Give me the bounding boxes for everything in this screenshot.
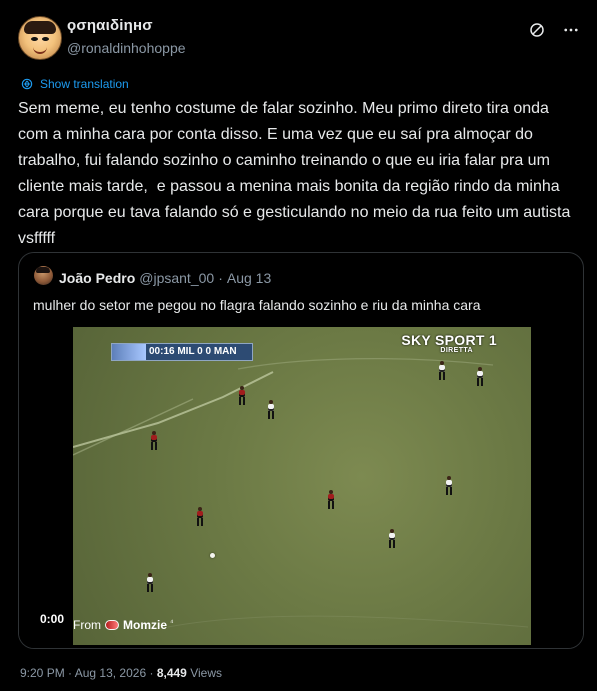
more-horizontal-icon[interactable] [561, 20, 581, 40]
video-player-red [196, 507, 204, 527]
tweet-time[interactable]: 9:20 PM [20, 666, 65, 680]
scorebug-emblem [112, 344, 146, 360]
video-source[interactable]: From Momzie ⁴ [73, 616, 173, 634]
video-player-white [388, 529, 396, 549]
quoted-text: mulher do setor me pegou no flagra falan… [33, 297, 481, 313]
quoted-date[interactable]: Aug 13 [227, 269, 271, 287]
quoted-author-line[interactable]: João Pedro @jpsant_00 · Aug 13 [59, 269, 271, 287]
scorebug: 00:16 MIL 0 0 MAN [111, 343, 253, 361]
author-avatar[interactable] [18, 16, 62, 60]
video-source-name[interactable]: Momzie [123, 618, 167, 632]
author-name[interactable]: ϙσηαιδiηнσ [67, 17, 153, 34]
soccer-ball [210, 553, 215, 558]
show-translation-label: Show translation [40, 77, 129, 91]
author-handle[interactable]: @ronaldinhohoppe [67, 40, 186, 56]
avatar-mouth [33, 46, 47, 54]
video-player-red [150, 431, 158, 451]
tweet-text: Sem meme, eu tenho costume de falar sozi… [18, 100, 575, 247]
meta-separator: · [149, 666, 154, 680]
video-player-white [438, 361, 446, 381]
quoted-author-name[interactable]: João Pedro [59, 269, 135, 287]
tweet-meta: 9:20 PM · Aug 13, 2026 · 8,449 Views [20, 666, 222, 680]
tweet-date[interactable]: Aug 13, 2026 [75, 666, 146, 680]
broadcaster-name: SKY SPORT 1 [401, 332, 497, 348]
video-player-white [267, 400, 275, 420]
quoted-tweet[interactable]: João Pedro @jpsant_00 · Aug 13 mulher do… [18, 252, 584, 649]
video-player[interactable]: 00:16 MIL 0 0 MAN SKY SPORT 1 DIRETTA 0:… [19, 327, 583, 648]
video-player-red [238, 386, 246, 406]
soccer-field-lines [73, 357, 529, 628]
video-player-white [445, 476, 453, 496]
translate-icon [20, 77, 34, 91]
quoted-author-avatar[interactable] [34, 266, 53, 285]
avatar-hair [24, 21, 56, 34]
quoted-separator: · [218, 270, 223, 286]
source-avatar-icon [105, 620, 119, 630]
video-time: 0:00 [40, 612, 65, 626]
video-source-label: From [73, 618, 101, 632]
video-frame[interactable]: 00:16 MIL 0 0 MAN SKY SPORT 1 DIRETTA [73, 327, 531, 645]
broadcaster-logo: SKY SPORT 1 DIRETTA [401, 333, 497, 355]
views-label: Views [190, 666, 222, 680]
views-count: 8,449 [156, 666, 187, 680]
video-player-white [476, 367, 484, 387]
video-player-red [327, 490, 335, 510]
video-player-white [146, 573, 154, 593]
quoted-author-handle[interactable]: @jpsant_00 [139, 269, 214, 287]
tweet-card: ϙσηαιδiηнσ @ronaldinhohoppe Show transla… [0, 0, 597, 691]
scorebug-text: 00:16 MIL 0 0 MAN [149, 346, 237, 357]
show-translation-link[interactable]: Show translation [20, 75, 129, 93]
header-actions [523, 20, 581, 40]
video-source-badge: ⁴ [170, 617, 174, 627]
tweet-header: ϙσηαιδiηнσ @ronaldinhohoppe [18, 14, 581, 60]
avatar-eye-left [31, 37, 38, 41]
broadcaster-subtitle: DIRETTA [440, 347, 473, 354]
avatar-eye-right [42, 37, 49, 41]
meta-separator: · [68, 666, 73, 680]
slash-circle-icon[interactable] [527, 20, 547, 40]
